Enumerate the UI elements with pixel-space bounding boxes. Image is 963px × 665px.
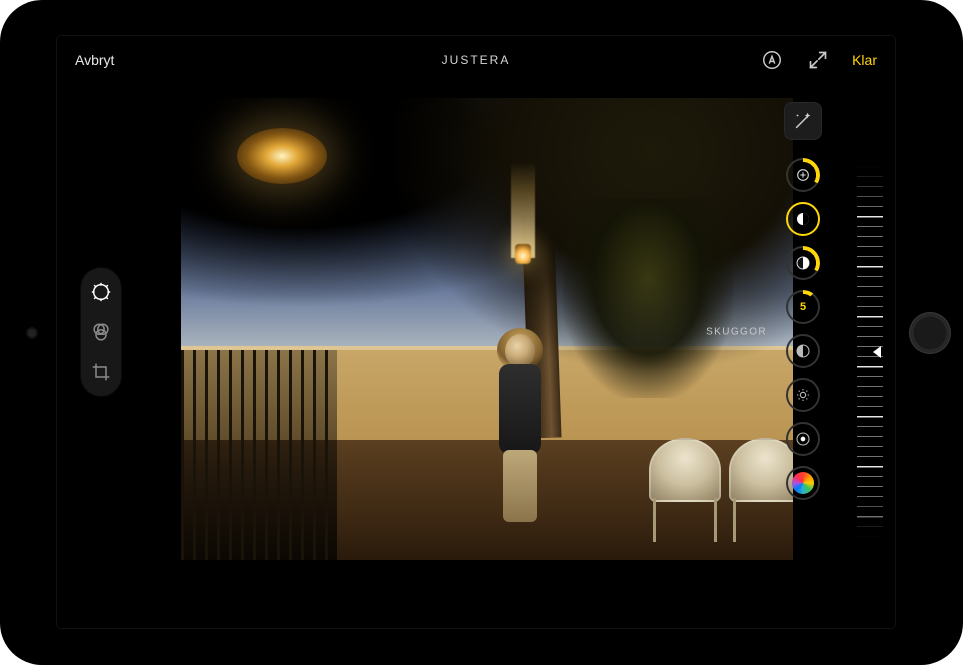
tab-crop[interactable]: [89, 360, 113, 384]
done-button[interactable]: Klar: [852, 52, 877, 68]
markup-icon[interactable]: [760, 48, 784, 72]
ipad-frame: Avbryt JUSTERA Klar: [0, 0, 963, 665]
top-bar: Avbryt JUSTERA Klar: [57, 36, 895, 84]
front-camera: [28, 329, 36, 337]
home-button[interactable]: [909, 312, 951, 354]
photo-chandelier: [511, 162, 535, 258]
tab-adjust[interactable]: [89, 280, 113, 304]
adjust-contrast[interactable]: [786, 334, 820, 368]
edit-mode-title: JUSTERA: [442, 53, 511, 67]
photo-chair: [639, 430, 731, 542]
photo-tree-right-inner: [563, 198, 733, 398]
photo-person: [493, 334, 547, 538]
adjust-highlights[interactable]: [786, 246, 820, 280]
adjust-black-point[interactable]: [786, 422, 820, 456]
adjustment-label: SKUGGOR: [706, 327, 767, 338]
adjust-brilliance[interactable]: [786, 202, 820, 236]
adjust-saturation[interactable]: [786, 466, 820, 500]
auto-enhance-button[interactable]: [784, 102, 822, 140]
top-right-group: Klar: [760, 48, 877, 72]
cancel-button[interactable]: Avbryt: [75, 52, 114, 68]
photo-gate: [181, 350, 337, 560]
edit-category-tabs: [81, 268, 121, 396]
photo-lamp: [237, 128, 327, 184]
fullscreen-icon[interactable]: [806, 48, 830, 72]
adjust-exposure[interactable]: [786, 158, 820, 192]
adjust-shadows[interactable]: 5: [786, 290, 820, 324]
adjust-slider[interactable]: [851, 166, 883, 538]
slider-indicator-icon: [873, 346, 881, 358]
tab-filters[interactable]: [89, 320, 113, 344]
photos-edit-screen: Avbryt JUSTERA Klar: [57, 36, 895, 628]
adjust-brightness[interactable]: [786, 378, 820, 412]
adjust-tool-column: 5: [777, 102, 829, 606]
photo-preview[interactable]: [181, 98, 793, 560]
